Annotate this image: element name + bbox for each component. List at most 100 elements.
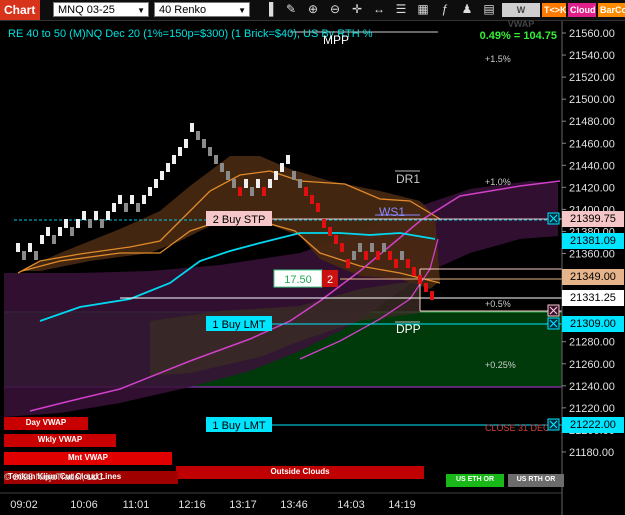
- price-box-limit-2[interactable]: 21222.00: [562, 417, 624, 433]
- zoom-out-icon[interactable]: ⊖: [328, 2, 342, 17]
- dr1-label: DR1: [396, 172, 420, 186]
- renko-brick: [388, 251, 392, 260]
- renko-brick: [22, 251, 26, 260]
- renko-brick: [88, 219, 92, 228]
- day-vwap-bar: Day VWAP: [4, 417, 88, 430]
- mpp-label: MPP: [323, 33, 349, 47]
- instrument-selector[interactable]: MNQ 03-25 ▼: [53, 2, 149, 17]
- close-icon[interactable]: [547, 212, 560, 225]
- data-box-icon[interactable]: ▦: [416, 2, 430, 17]
- renko-brick: [382, 243, 386, 252]
- renko-brick: [154, 179, 158, 188]
- time-tick-label: 14:03: [337, 499, 365, 511]
- barcolor-button[interactable]: BarCo: [598, 3, 625, 17]
- buy-lmt-label-1: 1 Buy LMT: [212, 319, 265, 331]
- pct-1-0-label: +1.0%: [485, 177, 511, 187]
- zoom-in-icon[interactable]: ⊕: [306, 2, 320, 17]
- templates-icon[interactable]: ▤: [482, 2, 496, 17]
- price-box-stop[interactable]: 21399.75: [562, 211, 624, 227]
- price-tick-label: 21500.00: [569, 94, 615, 106]
- close-icon[interactable]: [547, 304, 560, 317]
- close-icon[interactable]: [547, 418, 560, 431]
- price-box-position[interactable]: 21349.00: [562, 269, 624, 285]
- renko-brick: [64, 219, 68, 228]
- renko-brick: [340, 243, 344, 252]
- renko-brick: [190, 123, 194, 132]
- strategy-icon[interactable]: ♟: [460, 2, 474, 17]
- renko-brick: [52, 235, 56, 244]
- renko-brick: [106, 211, 110, 220]
- renko-brick: [316, 203, 320, 212]
- instrument-value: MNQ 03-25: [58, 4, 115, 16]
- scroll-icon[interactable]: ↔: [372, 2, 386, 17]
- close-icon[interactable]: [547, 317, 560, 330]
- renko-brick: [202, 139, 206, 148]
- chart-info-text: RE 40 to 50 (M)NQ Dec 20 (1%=150p=$300) …: [8, 28, 373, 40]
- renko-brick: [346, 259, 350, 268]
- renko-brick: [400, 251, 404, 260]
- buy-lmt-label-2: 1 Buy LMT: [212, 420, 265, 432]
- renko-brick: [58, 227, 62, 236]
- renko-brick: [46, 227, 50, 236]
- renko-brick: [148, 187, 152, 196]
- renko-brick: [82, 211, 86, 220]
- bar-type-selector[interactable]: 40 Renko ▼: [154, 2, 250, 17]
- tk-button[interactable]: T<>K: [542, 3, 567, 17]
- renko-brick: [166, 163, 170, 172]
- draw-icon[interactable]: ✎: [284, 2, 298, 17]
- ws1-label: WS1: [379, 205, 405, 219]
- renko-brick: [352, 251, 356, 260]
- chart-bars-icon[interactable]: ▐: [262, 2, 276, 17]
- renko-brick: [424, 283, 428, 292]
- time-tick-label: 13:46: [280, 499, 308, 511]
- price-box-vwap[interactable]: 21381.09: [562, 233, 624, 249]
- renko-brick: [208, 147, 212, 156]
- time-tick-label: 09:02: [10, 499, 38, 511]
- renko-brick: [178, 147, 182, 156]
- time-tick-label: 10:06: [70, 499, 98, 511]
- price-tick-label: 21180.00: [569, 447, 614, 459]
- chart-menu-button[interactable]: Chart: [0, 0, 40, 20]
- renko-brick: [28, 243, 32, 252]
- renko-brick: [238, 187, 242, 196]
- crosshair-icon[interactable]: ✛: [350, 2, 364, 17]
- wkly-vwap-bar: Wkly VWAP: [4, 434, 116, 447]
- us-eth-or-bar: US ETH OR: [446, 474, 504, 487]
- renko-brick: [322, 219, 326, 228]
- dpp-label: DPP: [396, 322, 421, 336]
- renko-brick: [232, 179, 236, 188]
- renko-brick: [394, 259, 398, 268]
- renko-brick: [172, 155, 176, 164]
- indicators-icon[interactable]: ƒ: [438, 2, 452, 17]
- renko-brick: [124, 203, 128, 212]
- price-tick-label: 21440.00: [569, 160, 615, 172]
- price-tick-label: 21420.00: [569, 182, 615, 194]
- outside-clouds-bar: Outside Clouds: [176, 466, 424, 479]
- cloud-button[interactable]: Cloud: [568, 3, 596, 17]
- time-tick-label: 13:17: [229, 499, 257, 511]
- price-tick-label: 21520.00: [569, 72, 615, 84]
- renko-brick: [298, 179, 302, 188]
- renko-brick: [16, 243, 20, 252]
- price-tick-label: 21540.00: [569, 50, 615, 62]
- renko-brick: [94, 211, 98, 220]
- renko-brick: [430, 291, 434, 300]
- renko-brick: [418, 275, 422, 284]
- renko-brick: [112, 203, 116, 212]
- properties-icon[interactable]: ☰: [394, 2, 408, 17]
- price-box-last[interactable]: 21331.25: [562, 290, 624, 306]
- price-tick-label: 21260.00: [569, 359, 615, 371]
- wvwap-button[interactable]: W VWAP: [502, 3, 540, 29]
- pct-0-25-label: +0.25%: [485, 360, 516, 370]
- chevron-down-icon: ▼: [137, 6, 145, 15]
- price-box-label: 21222.00: [570, 419, 616, 431]
- renko-brick: [286, 155, 290, 164]
- price-tick-label: 21280.00: [569, 337, 615, 349]
- position-qty: 2: [327, 274, 333, 286]
- renko-brick: [34, 251, 38, 260]
- renko-brick: [358, 243, 362, 252]
- renko-brick: [334, 235, 338, 244]
- renko-brick: [406, 259, 410, 268]
- renko-brick: [280, 163, 284, 172]
- price-box-limit-1[interactable]: 21309.00: [562, 316, 624, 332]
